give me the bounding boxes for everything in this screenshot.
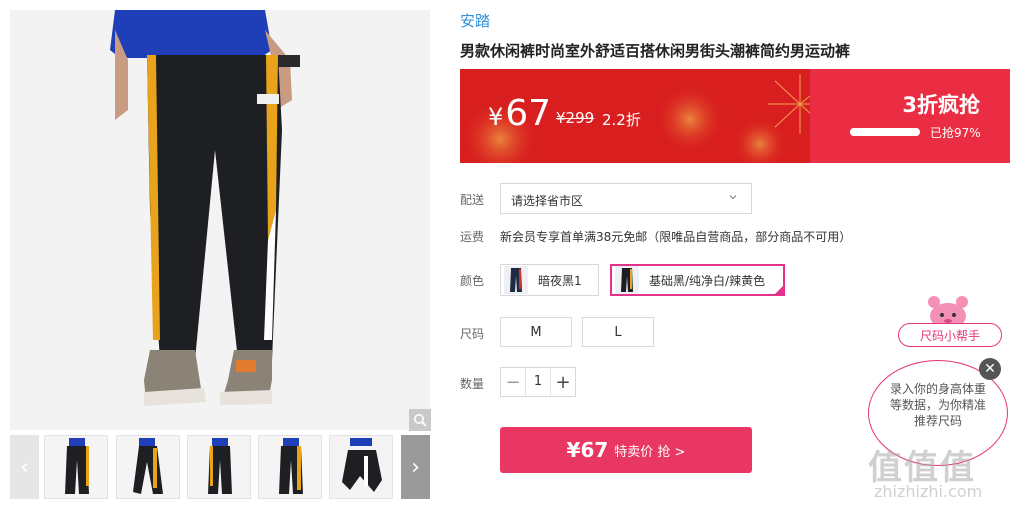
color-option-2[interactable]: 基础黑/纯净白/辣黄色 [610,264,785,296]
close-icon[interactable]: ✕ [979,358,1001,380]
region-select-value: 请选择省市区 [511,194,584,208]
chevron-right-icon: › [411,454,420,480]
delivery-label: 配送 [460,193,485,207]
watermark: 值值值 zhizhizhi.com [868,440,982,501]
product-main-image[interactable] [10,10,430,430]
color-option-1[interactable]: 暗夜黑1 [500,264,599,296]
color-option-label: 暗夜黑1 [538,273,582,288]
current-price: ¥ 67 [488,93,551,134]
currency-symbol: ¥ [488,103,504,131]
buy-button-text: 特卖价 抢 > [614,444,686,460]
watermark-url: zhizhizhi.com [874,482,983,501]
size-option-l[interactable]: L [582,317,654,347]
thumb-prev-button[interactable]: ‹ [10,435,39,499]
flash-sale-title: 3折疯抢 [902,93,980,117]
region-select[interactable]: 请选择省市区 [500,183,752,214]
quantity-stepper: − 1 + [500,367,576,397]
thumbnail-4[interactable] [258,435,322,499]
discount-label: 2.2折 [602,111,641,129]
thumbnail-strip: ‹ › [10,435,430,500]
color-swatch-image [504,266,528,294]
product-title: 男款休闲裤时尚室外舒适百搭休闲男街头潮裤简约男运动裤 [460,42,851,60]
buy-now-button[interactable]: ¥67 特卖价 抢 > [500,427,752,473]
quantity-label: 数量 [460,377,485,391]
shipping-info: 新会员专享首单满38元免邮（限唯品自营商品，部分商品不可用） [500,230,852,244]
thumbnail-2[interactable] [116,435,180,499]
sold-progress-text: 已抢97% [930,126,981,140]
product-photo [10,10,430,430]
selected-check-icon [773,284,785,296]
thumbnail-5[interactable] [329,435,393,499]
thumbnail-3[interactable] [187,435,251,499]
sold-progress-bar [850,128,920,136]
quantity-input[interactable]: 1 [525,368,551,396]
sold-progress-fill [850,128,918,136]
thumb-next-button[interactable]: › [401,435,430,499]
shipping-label: 运费 [460,230,485,244]
thumbnail-1[interactable] [44,435,108,499]
color-option-label: 基础黑/纯净白/辣黄色 [649,273,766,288]
chevron-left-icon: ‹ [20,454,29,480]
color-label: 颜色 [460,274,485,288]
quantity-decrease-button[interactable]: − [501,368,525,396]
original-price: ¥299 [556,109,595,127]
color-swatch-image [615,266,639,294]
current-price-value: 67 [505,93,552,134]
zoom-icon[interactable] [409,409,431,431]
brand-link[interactable]: 安踏 [460,10,490,31]
size-helper-tag[interactable]: 尺码小帮手 [898,323,1002,347]
quantity-increase-button[interactable]: + [551,368,575,396]
size-label: 尺码 [460,327,485,341]
size-option-m[interactable]: M [500,317,572,347]
price-banner: ¥ 67 ¥299 2.2折 3折疯抢 已抢97% [460,69,1010,163]
buy-button-price: ¥67 [566,438,609,462]
chevron-down-icon [729,195,737,200]
